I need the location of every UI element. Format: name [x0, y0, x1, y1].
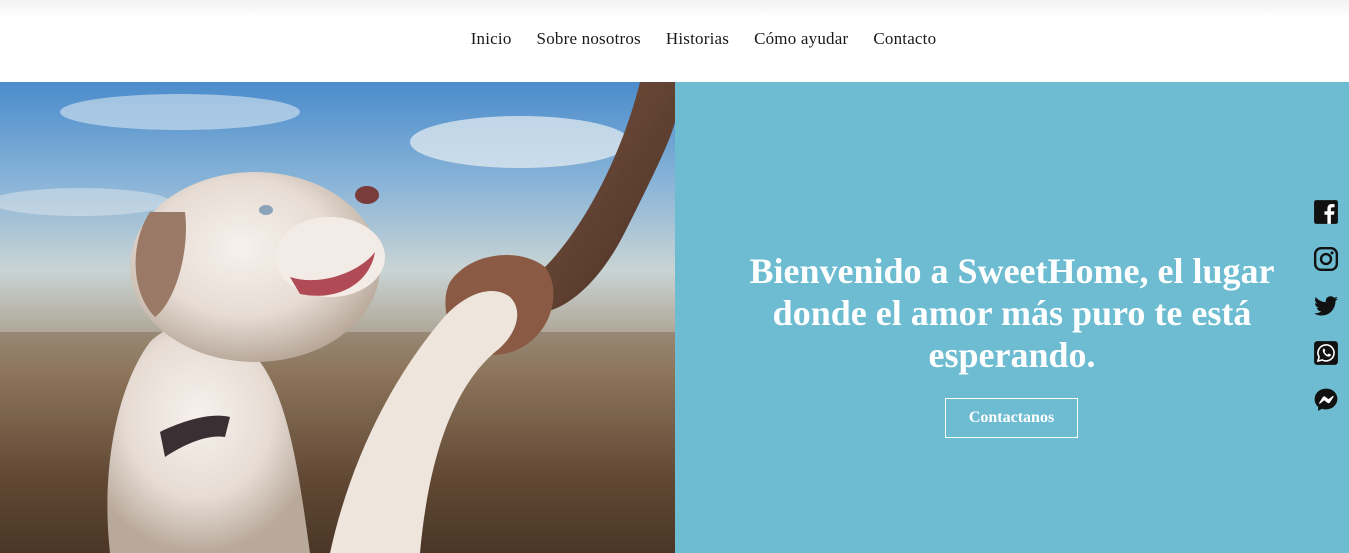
hero-image: [0, 82, 675, 553]
instagram-icon[interactable]: [1313, 246, 1339, 272]
whatsapp-icon[interactable]: [1313, 340, 1339, 366]
nav-item-inicio[interactable]: Inicio: [471, 29, 512, 49]
contact-button[interactable]: Contactanos: [945, 398, 1078, 438]
nav-item-como-ayudar[interactable]: Cómo ayudar: [754, 29, 848, 49]
main-nav: Inicio Sobre nosotros Historias Cómo ayu…: [0, 0, 1349, 82]
hero-title: Bienvenido a SweetHome, el lugar donde e…: [749, 251, 1275, 375]
twitter-icon[interactable]: [1313, 293, 1339, 319]
nav-item-historias[interactable]: Historias: [666, 29, 729, 49]
social-bar: [1312, 199, 1340, 434]
nav-item-sobre-nosotros[interactable]: Sobre nosotros: [537, 29, 641, 49]
dog-paw-illustration: [0, 82, 675, 553]
messenger-icon[interactable]: [1313, 387, 1339, 413]
nav-item-contacto[interactable]: Contacto: [873, 29, 936, 49]
top-navigation-bar: Inicio Sobre nosotros Historias Cómo ayu…: [0, 0, 1349, 82]
facebook-icon[interactable]: [1313, 199, 1339, 225]
hero-panel: Bienvenido a SweetHome, el lugar donde e…: [675, 82, 1349, 553]
